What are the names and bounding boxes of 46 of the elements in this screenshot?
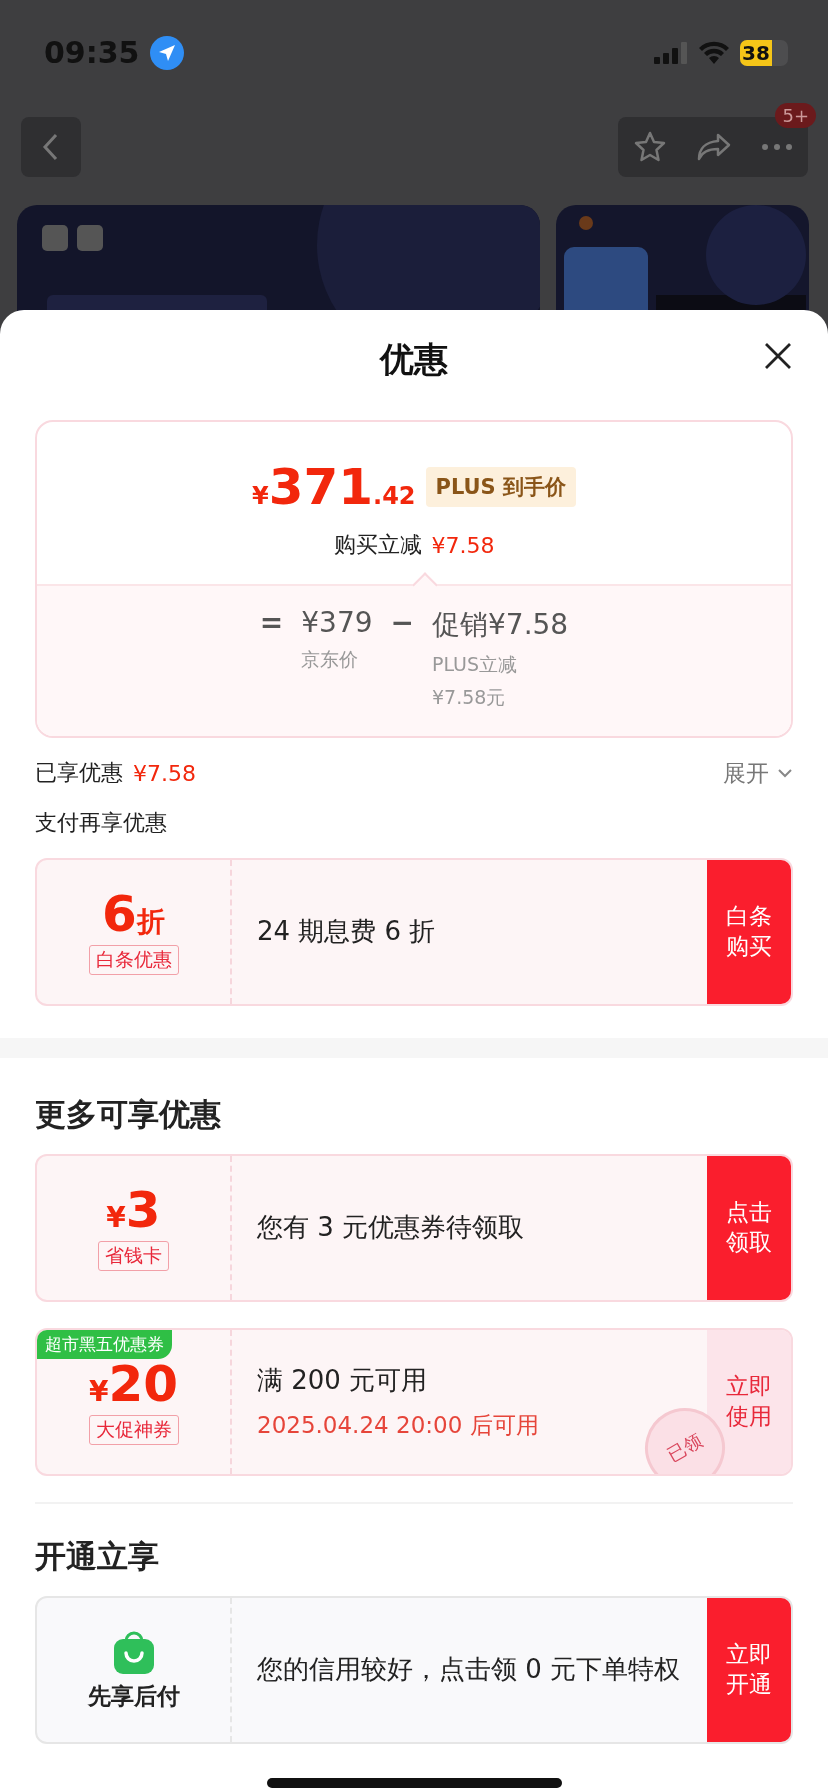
coupon-value: ¥3 <box>106 1185 161 1235</box>
section-title: 更多可享优惠 <box>35 1095 222 1134</box>
coupon-action-button[interactable]: 立即开通 <box>707 1598 791 1742</box>
operator: = <box>259 606 284 639</box>
coupon-badge: 超市黑五优惠券 <box>37 1330 172 1359</box>
chevron-down-icon <box>777 768 793 778</box>
coupon-tag: 白条优惠 <box>88 945 179 975</box>
share-icon[interactable] <box>696 132 732 162</box>
coupon-tag: 大促神券 <box>88 1415 179 1445</box>
coupon-value: ¥20 <box>88 1359 179 1409</box>
discount-amount: ¥7.58 <box>431 532 495 558</box>
section-title: 开通立享 <box>35 1537 160 1576</box>
signal-icon <box>654 41 688 64</box>
enjoyed-amount: ¥7.58 <box>133 760 196 786</box>
price-term: ¥379 <box>301 606 373 639</box>
operator: − <box>390 606 414 639</box>
coupon-value: 6折 <box>102 889 165 939</box>
price-note: PLUS立减 <box>432 652 519 677</box>
coupon-action-button[interactable]: 点击领取 <box>707 1156 791 1300</box>
more-icon[interactable] <box>761 143 794 151</box>
final-price: ¥371.42 <box>251 458 416 516</box>
star-icon[interactable] <box>632 130 667 164</box>
battery-icon: 38 <box>740 39 788 66</box>
coupon-tag: 省钱卡 <box>98 1241 169 1271</box>
discount-label: 购买立减 <box>333 531 422 559</box>
coupon-description: 满 200 元可用 <box>257 1363 429 1397</box>
location-icon <box>149 35 184 70</box>
coupon-action-button[interactable]: 白条购买 <box>707 860 791 1004</box>
coupon-action-button[interactable]: 立即使用 <box>707 1330 791 1474</box>
coupon-description: 您的信用较好，点击领 0 元下单特权 <box>257 1653 682 1687</box>
wifi-icon <box>698 40 730 65</box>
back-button[interactable] <box>21 117 81 177</box>
coupon-date: 2025.04.24 20:00 后可用 <box>257 1411 540 1441</box>
close-button[interactable] <box>764 342 792 370</box>
price-note: ¥7.58元 <box>432 684 507 710</box>
section-title: 支付再享优惠 <box>35 809 168 837</box>
notification-badge: 5+ <box>775 103 816 128</box>
enjoyed-label: 已享优惠 <box>35 759 123 787</box>
coupon-description: 24 期息费 6 折 <box>257 915 437 949</box>
expand-button[interactable]: 展开 <box>723 757 793 789</box>
coupon-label: 先享后付 <box>87 1681 180 1711</box>
sheet-title: 优惠 <box>380 338 448 381</box>
coupon-description: 您有 3 元优惠券待领取 <box>257 1211 526 1245</box>
plus-price-tag: PLUS 到手价 <box>425 467 577 507</box>
price-note: 京东价 <box>301 647 360 672</box>
price-term: 促销¥7.58 <box>432 607 569 643</box>
